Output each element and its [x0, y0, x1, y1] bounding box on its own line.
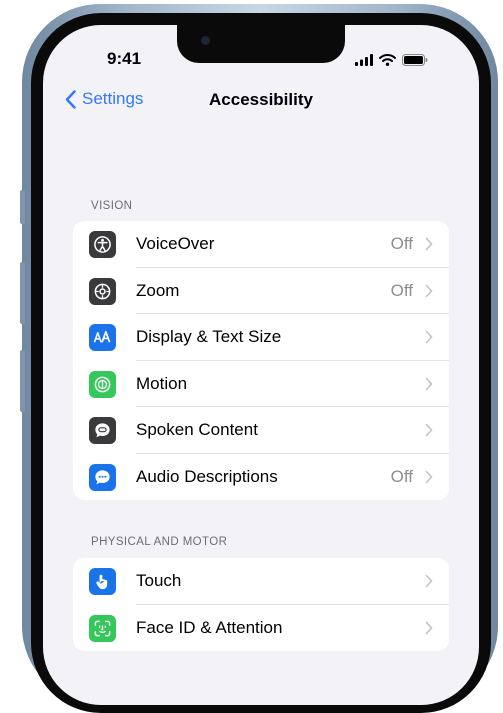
row-label: Touch	[136, 571, 182, 591]
front-camera	[201, 36, 210, 45]
face-id-icon	[89, 614, 116, 642]
settings-row-audio-descriptions[interactable]: Audio Descriptions Off	[73, 454, 449, 501]
wifi-icon	[379, 54, 396, 66]
notch	[177, 25, 345, 63]
settings-row-display-text-size[interactable]: Display & Text Size	[73, 314, 449, 361]
voiceover-icon	[89, 231, 116, 258]
spoken-content-icon	[89, 417, 116, 444]
audio-descriptions-icon	[89, 463, 116, 491]
page-title: Accessibility	[209, 90, 313, 109]
chevron-right-icon	[425, 423, 433, 437]
settings-row-voiceover[interactable]: VoiceOver Off	[73, 221, 449, 268]
phone-screen: 9:41 Settings Accessibility VISION Voice…	[43, 25, 479, 705]
status-time: 9:41	[107, 49, 142, 68]
battery-icon	[402, 54, 428, 66]
row-label: Audio Descriptions	[136, 466, 278, 486]
device-side-button	[20, 262, 25, 324]
chevron-right-icon	[425, 574, 433, 588]
settings-group-physical-motor: Touch Face ID & Attention	[73, 558, 449, 651]
motion-icon	[89, 370, 116, 398]
chevron-right-icon	[425, 237, 433, 251]
device-side-button	[20, 350, 25, 412]
row-value: Off	[390, 234, 413, 254]
section-header-vision: VISION	[91, 200, 133, 212]
row-label: Motion	[136, 373, 188, 393]
chevron-right-icon	[425, 470, 433, 483]
row-label: Display & Text Size	[136, 327, 282, 347]
display-text-size-icon	[89, 324, 116, 351]
navigation-bar: Settings Accessibility	[43, 89, 479, 119]
touch-icon	[89, 568, 116, 595]
settings-row-spoken-content[interactable]: Spoken Content	[73, 407, 449, 454]
row-label: VoiceOver	[136, 234, 215, 254]
settings-row-motion[interactable]: Motion	[73, 361, 449, 407]
cellular-signal-icon	[355, 54, 373, 66]
settings-row-touch[interactable]: Touch	[73, 558, 449, 605]
chevron-right-icon	[425, 621, 433, 634]
settings-group-vision: VoiceOver Off Zoom Off Display & Text Si…	[73, 221, 449, 500]
chevron-right-icon	[425, 330, 433, 344]
device-side-button	[20, 190, 25, 224]
chevron-right-icon	[425, 377, 433, 390]
status-icons	[355, 52, 428, 68]
chevron-right-icon	[425, 284, 433, 297]
settings-row-zoom[interactable]: Zoom Off	[73, 268, 449, 314]
section-header-physical-motor: PHYSICAL AND MOTOR	[91, 536, 228, 548]
settings-row-face-id-attention[interactable]: Face ID & Attention	[73, 605, 449, 652]
row-label: Zoom	[136, 280, 180, 300]
row-value: Off	[390, 466, 413, 486]
zoom-icon	[89, 277, 116, 305]
row-label: Spoken Content	[136, 420, 258, 440]
row-label: Face ID & Attention	[136, 617, 283, 637]
row-value: Off	[390, 280, 413, 300]
